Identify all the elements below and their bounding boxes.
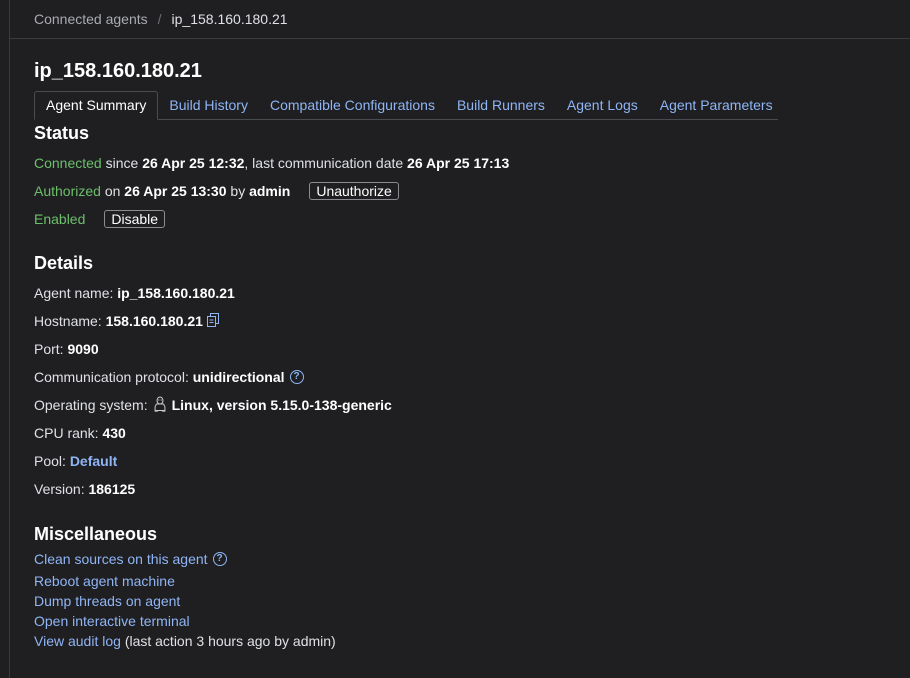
port-label: Port:: [34, 341, 64, 357]
tab-agent-summary[interactable]: Agent Summary: [34, 91, 159, 120]
tab-agent-parameters[interactable]: Agent Parameters: [649, 91, 784, 119]
tab-build-history[interactable]: Build History: [158, 91, 259, 119]
protocol-value: unidirectional: [192, 369, 285, 385]
authorized-by-user: admin: [249, 183, 291, 199]
unauthorize-button[interactable]: Unauthorize: [309, 182, 399, 200]
agent-name-row: Agent name: ip_158.160.180.21: [34, 283, 235, 303]
since-text: since: [105, 155, 139, 171]
agent-name-value: ip_158.160.180.21: [117, 285, 235, 301]
reboot-agent-link[interactable]: Reboot agent machine: [34, 573, 175, 589]
breadcrumb-current: ip_158.160.180.21: [171, 11, 288, 27]
pool-label: Pool:: [34, 453, 66, 469]
status-heading: Status: [34, 123, 90, 143]
audit-log-note: (last action 3 hours ago by admin): [124, 633, 336, 649]
cpu-rank-value: 430: [102, 425, 126, 441]
enabled-status: Enabled: [34, 211, 86, 227]
os-value: Linux, version 5.15.0-138-generic: [171, 397, 392, 413]
miscellaneous-heading: Miscellaneous: [34, 524, 158, 544]
tab-compatible-configurations[interactable]: Compatible Configurations: [259, 91, 446, 119]
version-row: Version: 186125: [34, 479, 135, 499]
on-text: on: [104, 183, 121, 199]
last-communication-text: , last communication date: [244, 155, 404, 171]
dump-threads-row: Dump threads on agent: [34, 591, 180, 611]
version-value: 186125: [88, 481, 136, 497]
authorization-row: Authorized on 26 Apr 25 13:30 by admin U…: [34, 181, 399, 201]
connected-status: Connected: [34, 155, 102, 171]
left-panel-border: [9, 0, 10, 678]
connected-since-date: 26 Apr 25 12:32: [142, 155, 245, 171]
open-terminal-link[interactable]: Open interactive terminal: [34, 613, 190, 629]
pool-link[interactable]: Default: [70, 453, 117, 469]
audit-log-row: View audit log (last action 3 hours ago …: [34, 631, 336, 651]
hostname-value: 158.160.180.21: [105, 313, 203, 329]
protocol-label: Communication protocol:: [34, 369, 189, 385]
clean-sources-link[interactable]: Clean sources on this agent: [34, 551, 208, 567]
breadcrumb-connected-agents[interactable]: Connected agents: [34, 11, 148, 27]
protocol-help-icon[interactable]: ?: [289, 370, 304, 384]
port-value: 9090: [67, 341, 99, 357]
view-audit-log-link[interactable]: View audit log: [34, 633, 121, 649]
cpu-rank-row: CPU rank: 430: [34, 423, 126, 443]
os-row: Operating system: Linux, version 5.15.0-…: [34, 395, 392, 415]
last-communication-date: 26 Apr 25 17:13: [407, 155, 510, 171]
tab-bar: Agent Summary Build History Compatible C…: [34, 91, 778, 120]
linux-penguin-icon: [153, 396, 167, 415]
details-heading: Details: [34, 253, 94, 273]
version-label: Version:: [34, 481, 85, 497]
authorized-status: Authorized: [34, 183, 101, 199]
reboot-row: Reboot agent machine: [34, 571, 175, 591]
pool-row: Pool: Default: [34, 451, 117, 471]
breadcrumb-separator: /: [157, 11, 162, 27]
copy-icon[interactable]: [206, 312, 220, 330]
by-text: by: [230, 183, 246, 199]
enabled-row: Enabled Disable: [34, 209, 166, 229]
connection-status-row: Connected since 26 Apr 25 12:32, last co…: [34, 153, 509, 173]
page-title: ip_158.160.180.21: [34, 60, 202, 82]
clean-sources-row: Clean sources on this agent ?: [34, 549, 227, 569]
os-label: Operating system:: [34, 397, 148, 413]
tab-agent-logs[interactable]: Agent Logs: [556, 91, 649, 119]
protocol-row: Communication protocol: unidirectional ?: [34, 367, 304, 387]
cpu-rank-label: CPU rank:: [34, 425, 99, 441]
clean-sources-help-icon[interactable]: ?: [212, 552, 227, 566]
port-row: Port: 9090: [34, 339, 99, 359]
tab-build-runners[interactable]: Build Runners: [446, 91, 556, 119]
hostname-label: Hostname:: [34, 313, 102, 329]
hostname-row: Hostname: 158.160.180.21: [34, 311, 220, 331]
terminal-row: Open interactive terminal: [34, 611, 190, 631]
disable-button[interactable]: Disable: [104, 210, 166, 228]
authorized-date: 26 Apr 25 13:30: [124, 183, 227, 199]
agent-name-label: Agent name:: [34, 285, 114, 301]
dump-threads-link[interactable]: Dump threads on agent: [34, 593, 180, 609]
breadcrumb: Connected agents / ip_158.160.180.21: [10, 0, 910, 39]
